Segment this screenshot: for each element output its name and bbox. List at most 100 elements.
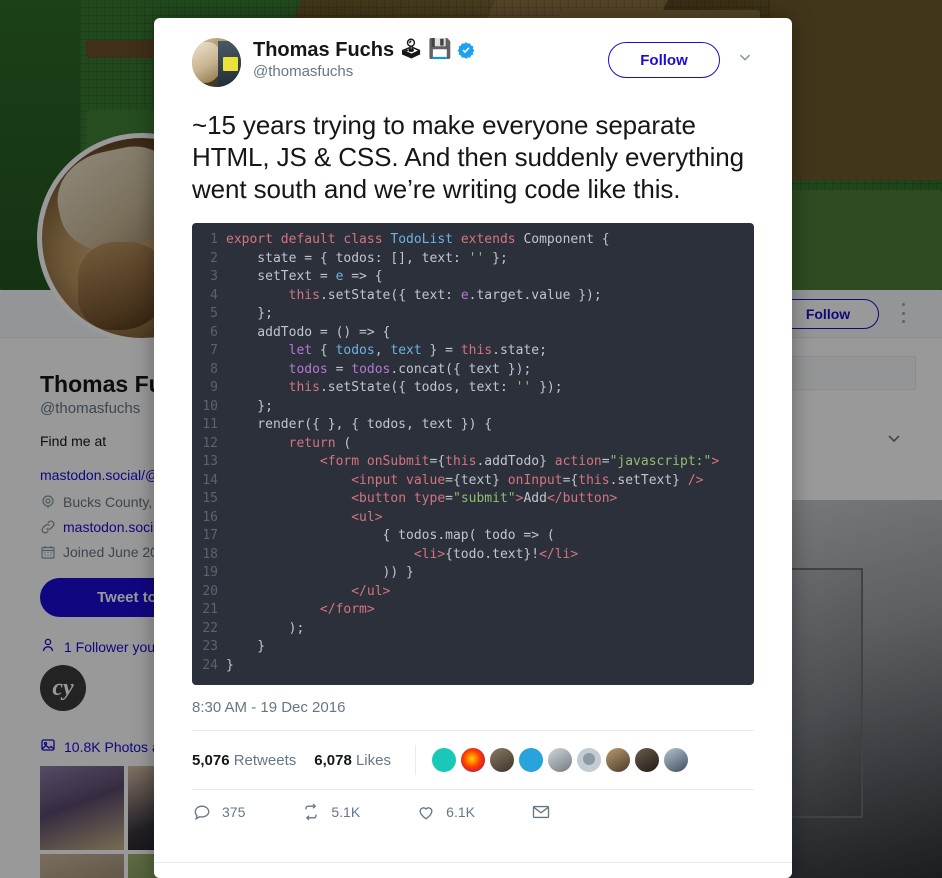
code-line: 19 )) } [192,564,754,583]
retweeter-avatar[interactable] [577,748,601,772]
code-line: 7 let { todos, text } = this.state; [192,342,754,361]
retweeter-avatar[interactable] [461,748,485,772]
code-line-source: export default class TodoList extends Co… [226,232,610,247]
code-line-source: <li>{todo.text}!</li> [413,546,579,562]
code-line-number: 24 [202,657,218,673]
code-line: 5 }; [192,305,754,324]
code-line: 3 setText = e => { [192,268,754,287]
code-line-source: addTodo = () => { [226,324,391,340]
like-count: 6.1K [446,804,475,820]
heart-icon [416,802,436,822]
follow-button[interactable]: Follow [608,42,720,78]
code-line-source: let { todos, text } = this.state; [226,343,547,358]
code-line-source: )) } [226,565,414,580]
code-line-source: <ul> [351,509,383,525]
code-line: 9 this.setState({ todos, text: '' }); [192,379,754,398]
likes-label: Likes [355,751,391,769]
code-line-number: 3 [210,269,218,284]
code-line-number: 5 [210,306,218,321]
reply-action[interactable]: 375 [192,802,245,822]
retweeter-avatar[interactable] [635,748,659,772]
code-line-source: <input value={text} onInput={this.setTex… [351,472,704,488]
page-root: Follow Thomas Fuchs @thomasfuchs Find me… [0,0,942,878]
code-block: 1 export default class TodoList extends C… [192,223,754,685]
author-handle: @thomasfuchs [253,63,354,80]
code-line: 8 todos = todos.concat({ text }); [192,361,754,380]
code-line: 22 ); [192,620,754,639]
code-line: 14 <input value={text} onInput={this.set… [192,472,754,491]
modal-bottom-strip [154,862,792,878]
code-line-number: 16 [202,509,218,525]
envelope-icon [531,802,551,822]
code-line-source: ); [226,620,305,636]
code-line-number: 20 [202,583,218,599]
code-line-number: 2 [210,250,218,266]
floppy-disk-icon: 💾 [428,39,452,60]
retweeter-avatars [416,748,688,772]
code-line: 10 }; [192,398,754,417]
code-line-source: state = { todos: [], text: '' }; [226,250,508,266]
code-line-number: 10 [202,398,218,414]
code-line: 6 addTodo = () => { [192,324,754,343]
code-line-source: <button type="submit">Add</button> [351,491,618,506]
code-line: 23 } [192,638,754,657]
retweeter-avatar[interactable] [606,748,630,772]
code-line-number: 11 [202,417,218,432]
retweeter-avatar[interactable] [490,748,514,772]
code-line: 4 this.setState({ text: e.target.value }… [192,287,754,306]
tweet-detail-modal: Thomas Fuchs 🕹 💾 @thomasfuchs Follow ~15… [154,18,792,878]
retweeter-avatar[interactable] [519,748,543,772]
code-line: 12 return ( [192,435,754,454]
likes-stat[interactable]: 6,078 Likes [314,752,391,769]
reply-count: 375 [222,804,246,820]
author-avatar[interactable] [192,38,241,87]
code-line: 21 </form> [192,601,754,620]
code-line-number: 21 [202,602,218,617]
retweet-action[interactable]: 5.1K [301,802,360,822]
code-line-number: 12 [202,435,218,451]
author-display-name-row: Thomas Fuchs 🕹 💾 [253,38,608,62]
reply-icon [192,802,212,822]
code-line-number: 19 [202,565,218,580]
retweeter-avatar[interactable] [664,748,688,772]
retweet-icon [301,802,321,822]
tweet-action-bar: 375 5.1K 6.1K [192,802,754,846]
code-line-source: } [226,657,234,673]
like-action[interactable]: 6.1K [416,802,475,822]
code-line-number: 14 [202,472,218,488]
tweet-stats-bar: 5,076 Retweets 6,078 Likes [192,730,754,790]
code-line: 17 { todos.map( todo => ( [192,527,754,546]
retweets-label: Retweets [233,751,297,769]
tweet-text: ~15 years trying to make everyone separa… [192,110,744,204]
retweets-stat[interactable]: 5,076 Retweets [192,752,314,769]
code-line-source: this.setState({ text: e.target.value }); [288,287,602,303]
code-line-number: 13 [202,454,218,469]
code-line: 2 state = { todos: [], text: '' }; [192,250,754,269]
likes-count: 6,078 [314,751,352,769]
code-line: 11 render({ }, { todos, text }) { [192,416,754,435]
code-line: 18 <li>{todo.text}!</li> [192,546,754,565]
code-line-number: 4 [210,287,218,303]
code-line-source: }; [226,398,273,414]
code-line-source: render({ }, { todos, text }) { [226,417,493,432]
code-line-number: 1 [210,232,218,247]
code-line-source: <form onSubmit={this.addTodo} action="ja… [319,454,720,469]
code-line-number: 22 [202,620,218,636]
retweets-count: 5,076 [192,751,230,769]
code-line-source: }; [226,306,273,321]
author-names: Thomas Fuchs 🕹 💾 @thomasfuchs [253,38,608,80]
code-line-number: 8 [210,361,218,377]
code-line-number: 7 [210,343,218,358]
direct-message-action[interactable] [531,802,551,822]
retweet-count: 5.1K [331,804,361,820]
retweeter-avatar[interactable] [432,748,456,772]
code-line-source: } [226,639,266,654]
retweeter-avatar[interactable] [548,748,572,772]
code-line-source: return ( [288,435,352,451]
code-line: 1 export default class TodoList extends C… [192,231,754,250]
joystick-icon: 🕹 [399,39,424,60]
code-line-number: 6 [210,324,218,340]
tweet-author-header: Thomas Fuchs 🕹 💾 @thomasfuchs Follow [192,38,754,87]
chevron-down-icon[interactable] [736,48,754,71]
verified-badge-icon [457,41,475,59]
